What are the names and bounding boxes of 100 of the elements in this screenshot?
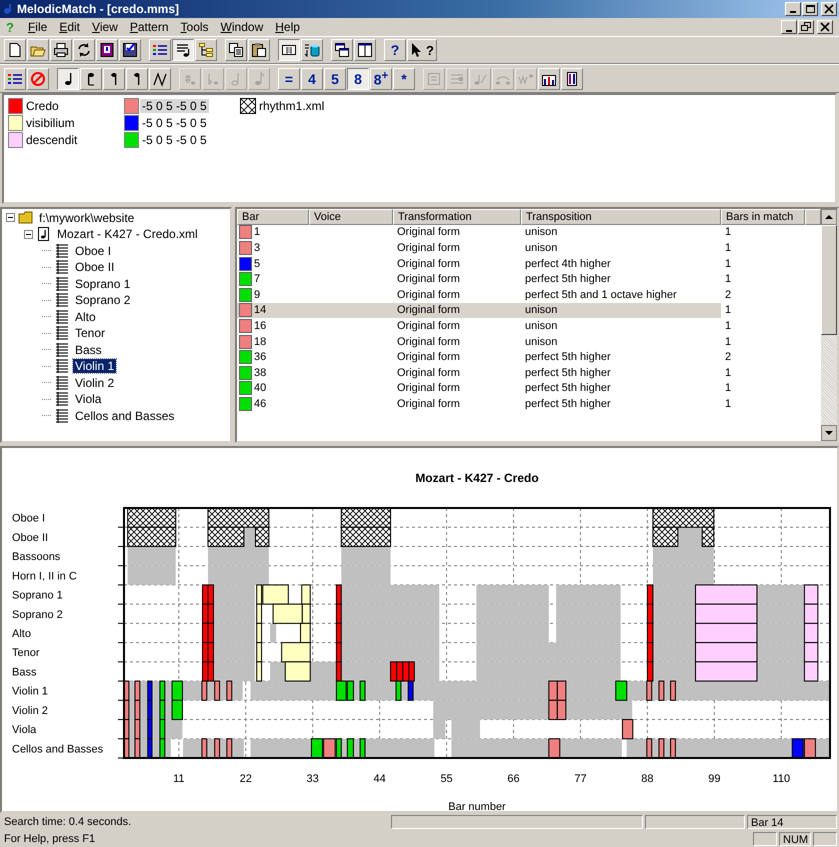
staff-icon <box>54 358 70 374</box>
table-cell: Original form <box>397 366 460 379</box>
legend-label[interactable]: Credo <box>24 98 61 113</box>
table-row[interactable]: 16 Original form unison 1 <box>237 318 821 334</box>
tick-label: 33 <box>306 773 319 786</box>
minimize-button[interactable] <box>785 2 801 16</box>
tree-item[interactable]: Cellos and Basses <box>73 408 176 423</box>
document-icon <box>426 70 442 87</box>
table-row[interactable]: 38 Original form perfect 5th higher 1 <box>237 365 821 381</box>
table-cell: 1 <box>725 258 732 270</box>
zigzag-icon <box>152 70 168 87</box>
copy-icon <box>228 42 244 58</box>
table-row[interactable]: 40 Original form perfect 5th higher 1 <box>237 380 821 396</box>
table-row[interactable]: 7 Original form perfect 5th higher 1 <box>237 271 821 288</box>
toolbar-button[interactable]: 5 <box>324 68 346 90</box>
table-cell: perfect 5th higher <box>525 366 611 379</box>
tree-item[interactable]: Mozart - K427 - Credo.xml <box>55 227 200 242</box>
table-row[interactable]: 46 Original form perfect 5th higher 1 <box>237 396 821 412</box>
legend-label[interactable]: visibilium <box>24 116 77 130</box>
restore-button[interactable] <box>798 20 814 34</box>
table-row[interactable]: 3 Original form unison 1 <box>237 240 821 256</box>
table-cell: 5 <box>254 258 260 270</box>
row-label: Cellos and Basses <box>12 744 104 756</box>
toolbar-button[interactable] <box>57 68 79 90</box>
tree-item[interactable]: Alto <box>73 310 98 324</box>
tree-item[interactable]: Soprano 1 <box>73 276 132 291</box>
collapse-icon[interactable] <box>24 230 33 239</box>
maximize-button[interactable] <box>802 2 818 16</box>
table-row[interactable]: 1 Original form unison 1 <box>237 224 821 240</box>
cascade-windows-icon <box>334 42 350 58</box>
column-header[interactable]: Bar <box>237 208 309 225</box>
status-pane <box>753 832 777 846</box>
row-label: Tenor <box>12 647 40 660</box>
menu-item[interactable]: Help <box>269 20 306 34</box>
table-cell: 1 <box>725 382 732 394</box>
menu-item[interactable]: Edit <box>53 20 86 34</box>
menu-item[interactable]: File <box>22 20 54 34</box>
tree-item[interactable]: Viola <box>73 392 104 406</box>
table-cell: perfect 4th higher <box>525 258 611 270</box>
table-cell: 1 <box>725 336 732 348</box>
legend-label[interactable]: rhythm1.xml <box>257 98 326 113</box>
column-header[interactable]: Voice <box>309 208 393 225</box>
minimize-button[interactable] <box>781 20 797 34</box>
toolbar-button[interactable] <box>278 39 300 62</box>
table-cell: Original form <box>397 288 460 301</box>
menu-item[interactable]: Tools <box>174 20 215 34</box>
close-icon <box>819 21 831 34</box>
toolbar-button[interactable]: 4 <box>301 68 323 90</box>
database-icon <box>304 42 320 58</box>
menu-item[interactable]: Window <box>214 20 270 34</box>
table-cell: 16 <box>254 320 266 332</box>
menu-item[interactable]: View <box>86 20 124 34</box>
staff-icon <box>54 391 70 408</box>
toolbar-button[interactable]: ? <box>384 39 406 62</box>
table-row[interactable]: 18 Original form unison 1 <box>237 334 821 350</box>
chart-title: Mozart - K427 - Credo <box>415 471 539 486</box>
table-cell: Original form <box>397 351 460 364</box>
restore-icon <box>800 21 812 34</box>
status-pane: Bar 14 <box>747 814 837 828</box>
tree-item[interactable]: Tenor <box>73 326 108 340</box>
column-header[interactable]: Transposition <box>521 208 721 225</box>
legend-label[interactable]: -5 0 5 -5 0 5 <box>140 98 209 113</box>
tree-item[interactable]: f:\mywork\website <box>37 210 136 225</box>
minimize-icon <box>786 30 792 32</box>
table-cell: Original form <box>397 398 460 410</box>
collapse-icon[interactable] <box>6 213 15 222</box>
table-row[interactable]: 36 Original form perfect 5th higher 2 <box>237 349 821 366</box>
tree-item[interactable]: Violin 1 <box>73 359 116 374</box>
legend-label[interactable]: descendit <box>24 132 80 147</box>
tree-item[interactable]: Oboe II <box>73 260 116 274</box>
close-button[interactable] <box>817 20 833 34</box>
tree-item[interactable]: Violin 2 <box>73 376 116 390</box>
legend-label[interactable]: -5 0 5 -5 0 5 <box>140 116 209 130</box>
app-icon <box>2 2 14 16</box>
tree-item[interactable]: Soprano 2 <box>73 293 132 308</box>
toolbar-button[interactable]: = <box>278 68 300 90</box>
toolbar-button[interactable]: * <box>393 68 415 90</box>
toolbar-button[interactable] <box>172 39 194 62</box>
tree-item[interactable]: Oboe I <box>73 244 114 258</box>
whats-this-button[interactable]: ? <box>407 39 437 62</box>
table-cell: 18 <box>254 336 266 348</box>
table-row[interactable]: 14 Original form unison 1 <box>237 302 821 318</box>
staff-icon <box>54 308 70 325</box>
table-cell: 1 <box>725 320 732 332</box>
table-row[interactable]: 9 Original form perfect 5th and 1 octave higher 2 <box>237 287 821 303</box>
scrollbar[interactable] <box>821 208 837 442</box>
legend-label[interactable]: -5 0 5 -5 0 5 <box>140 132 209 147</box>
toolbar-button[interactable]: 8$^{+}$ <box>370 68 392 90</box>
table-cell: perfect 5th higher <box>525 351 611 364</box>
table-cell: 1 <box>725 304 732 316</box>
table-cell: 14 <box>254 304 266 316</box>
menu-item[interactable]: Pattern <box>124 20 175 34</box>
column-header[interactable]: Transformation <box>393 208 521 225</box>
scroll-thumb[interactable] <box>821 224 837 335</box>
column-header[interactable]: Bars in match <box>721 208 805 225</box>
table-row[interactable]: 5 Original form perfect 4th higher 1 <box>237 256 821 272</box>
tree-item[interactable]: Bass <box>73 342 104 357</box>
table-cell: 2 <box>725 288 732 301</box>
toolbar-button[interactable]: 8 <box>347 68 369 90</box>
close-button[interactable] <box>821 2 837 16</box>
